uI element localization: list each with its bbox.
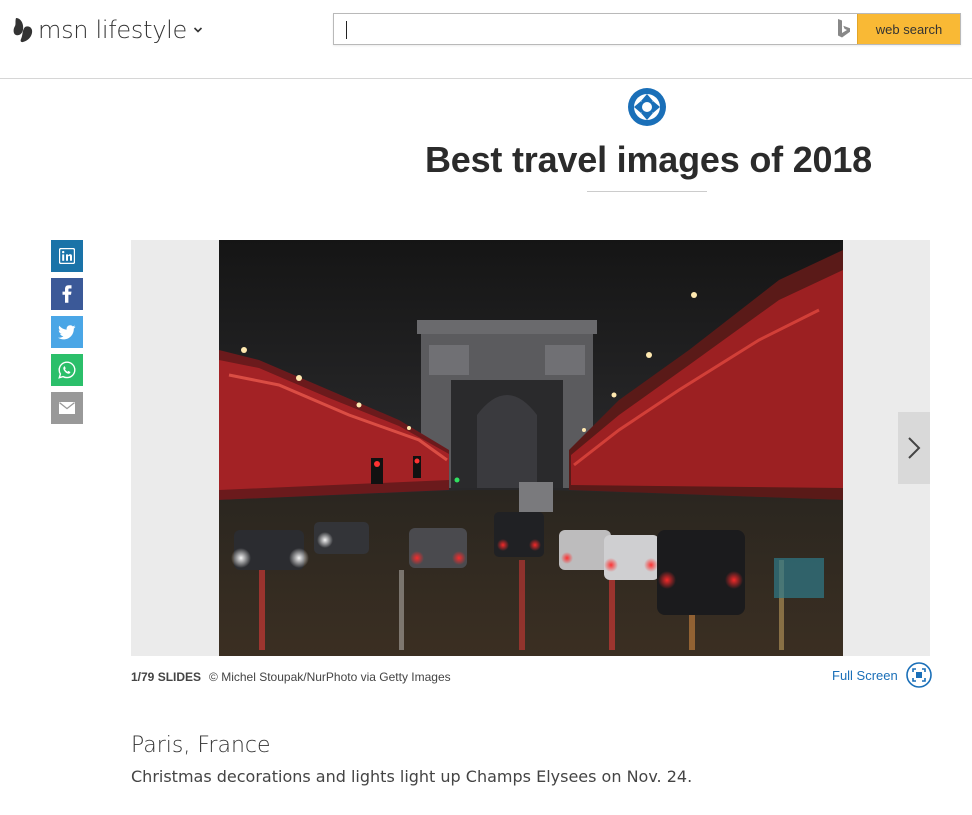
photo-credit: © Michel Stoupak/NurPhoto via Getty Imag… — [209, 670, 451, 684]
share-whatsapp-button[interactable] — [51, 354, 83, 386]
facebook-icon — [62, 285, 72, 303]
search-input[interactable] — [334, 14, 831, 44]
slide-meta: 1/79 SLIDES © Michel Stoupak/NurPhoto vi… — [131, 670, 451, 684]
slide-caption-text: Christmas decorations and lights light u… — [131, 767, 693, 786]
next-slide-button[interactable] — [898, 412, 930, 484]
fullscreen-icon — [905, 662, 932, 688]
msn-butterfly-icon — [13, 18, 33, 43]
slide-counter: 1/79 SLIDES — [131, 670, 202, 684]
brand-name: msn lifestyle — [38, 16, 187, 44]
slide-photo[interactable] — [219, 240, 843, 656]
text-cursor — [346, 21, 347, 39]
share-twitter-button[interactable] — [51, 316, 83, 348]
slideshow-gallery-icon — [628, 88, 666, 126]
page-title: Best travel images of 2018 — [424, 139, 873, 180]
share-email-button[interactable] — [51, 392, 83, 424]
slide-caption-title: Paris, France — [131, 733, 271, 758]
slideshow-viewer — [131, 240, 930, 656]
share-toolbar — [51, 240, 83, 430]
chevron-right-icon — [908, 437, 921, 459]
search-bar: web search — [333, 13, 961, 45]
twitter-icon — [58, 324, 76, 339]
chevron-down-icon — [193, 27, 203, 33]
mail-icon — [59, 402, 75, 414]
top-header: msn lifestyle web search — [0, 0, 972, 79]
share-facebook-button[interactable] — [51, 278, 83, 310]
title-divider — [587, 191, 707, 192]
fullscreen-button[interactable]: Full Screen — [832, 662, 932, 688]
fullscreen-label: Full Screen — [832, 667, 898, 683]
brand-menu[interactable]: msn lifestyle — [12, 14, 203, 46]
whatsapp-icon — [58, 361, 76, 379]
linkedin-icon — [59, 248, 75, 264]
share-linkedin-button[interactable] — [51, 240, 83, 272]
web-search-button[interactable]: web search — [857, 14, 960, 44]
bing-logo-icon — [831, 14, 857, 44]
